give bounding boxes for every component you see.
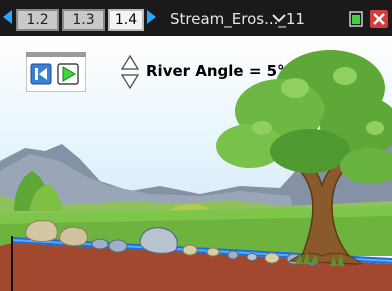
angle-stepper[interactable] [121,54,139,90]
play-icon[interactable] [57,63,79,85]
chevron-down-icon[interactable] [271,10,287,24]
tab-1-2[interactable]: 1.2 [16,9,59,31]
tab-bar: 1.2 1.3 1.4 Stream_Eros..._11 [0,0,392,36]
right-arrow-icon[interactable] [147,10,156,24]
battery-icon [349,11,363,27]
playback-controls [26,52,86,92]
skip-back-icon[interactable] [30,63,52,85]
decrement-arrow-icon[interactable] [121,74,139,90]
soil-left [0,243,12,291]
river-angle-label: River Angle = 5° [146,62,285,80]
close-icon[interactable] [370,10,388,28]
left-arrow-icon[interactable] [3,10,12,24]
tab-1-4[interactable]: 1.4 [108,9,144,31]
increment-arrow-icon[interactable] [121,54,139,70]
tab-1-3[interactable]: 1.3 [62,9,105,31]
